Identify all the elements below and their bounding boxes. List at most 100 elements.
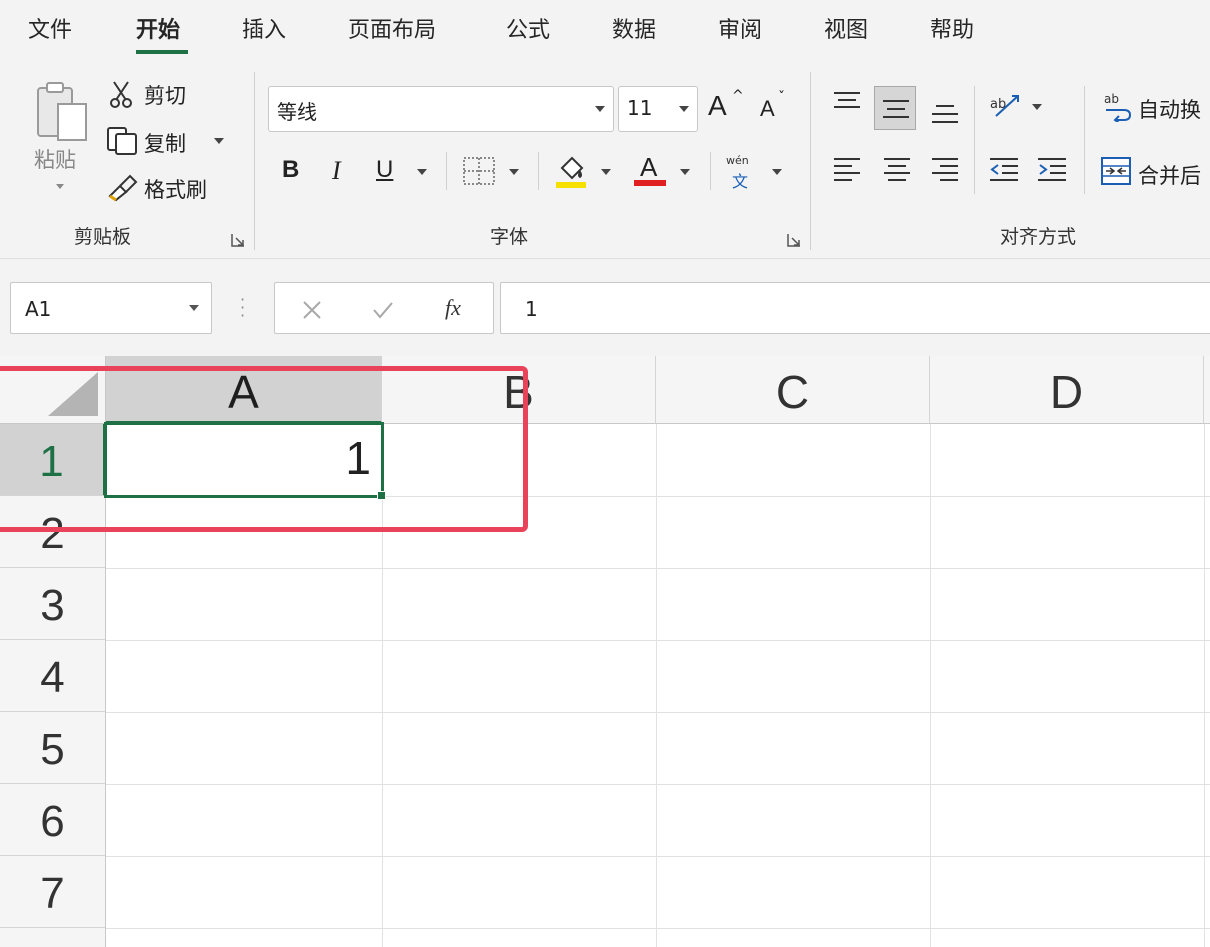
font-family-value: 等线 — [277, 100, 317, 124]
copy-icon — [107, 127, 137, 155]
shrink-font-button[interactable]: A ˇ — [760, 88, 800, 128]
font-size-select[interactable]: 11 — [618, 86, 698, 132]
copy-dropdown-icon[interactable] — [214, 138, 224, 144]
name-box-value: A1 — [25, 297, 52, 321]
merge-center-button[interactable]: 合并后 — [1100, 154, 1210, 194]
align-separator — [1084, 86, 1085, 194]
copy-button[interactable]: 复制 — [106, 124, 230, 158]
phonetic-dropdown-icon[interactable] — [772, 169, 782, 175]
tab-formulas[interactable]: 公式 — [506, 16, 550, 46]
font-separator — [446, 152, 447, 190]
align-bottom-icon[interactable] — [930, 100, 960, 126]
wrap-text-button[interactable]: ab 自动换 — [1100, 88, 1210, 128]
phonetic-top-label: wén — [726, 154, 749, 167]
underline-button[interactable]: U — [376, 156, 400, 184]
paintbrush-icon — [108, 174, 138, 202]
font-separator — [538, 152, 539, 190]
font-dialog-launcher-icon[interactable] — [786, 232, 802, 248]
tab-view[interactable]: 视图 — [824, 16, 868, 46]
copy-label: 复制 — [144, 132, 186, 156]
tab-file[interactable]: 文件 — [28, 16, 72, 46]
grow-arrow-icon: ^ — [732, 88, 744, 104]
chevron-down-icon — [595, 106, 605, 112]
row-header-8[interactable] — [0, 928, 106, 947]
formula-input-value: 1 — [525, 297, 538, 321]
chevron-down-icon — [679, 106, 689, 112]
ribbon-separator — [810, 72, 811, 250]
paste-dropdown-icon[interactable] — [56, 184, 64, 189]
column-header-e[interactable] — [1204, 356, 1210, 424]
align-top-icon[interactable] — [832, 90, 862, 114]
font-family-select[interactable]: 等线 — [268, 86, 614, 132]
tab-data[interactable]: 数据 — [612, 16, 656, 46]
grow-font-label: A — [708, 90, 727, 121]
gridline — [106, 640, 1210, 641]
increase-indent-icon[interactable] — [1036, 156, 1068, 184]
row-header-7[interactable]: 7 — [0, 856, 106, 928]
phonetic-bottom-label: 文 — [732, 172, 749, 191]
name-box[interactable]: A1 — [10, 282, 212, 334]
tab-insert[interactable]: 插入 — [242, 16, 286, 46]
fill-color-dropdown-icon[interactable] — [601, 169, 611, 175]
font-color-swatch — [634, 180, 666, 186]
active-tab-indicator — [136, 50, 188, 54]
cancel-icon[interactable] — [301, 299, 323, 321]
font-size-value: 11 — [627, 96, 653, 120]
gridline — [106, 568, 1210, 569]
tab-page-layout[interactable]: 页面布局 — [348, 16, 436, 46]
wrap-text-label: 自动换 — [1138, 98, 1201, 122]
gridline — [106, 856, 1210, 857]
tab-help[interactable]: 帮助 — [930, 16, 974, 46]
row-header-5[interactable]: 5 — [0, 712, 106, 784]
grow-font-button[interactable]: A ^ — [708, 88, 748, 128]
scissors-icon — [110, 81, 132, 108]
merge-center-label: 合并后 — [1138, 164, 1201, 188]
orientation-icon[interactable]: ab — [988, 90, 1022, 120]
underline-dropdown-icon[interactable] — [417, 169, 427, 175]
align-separator — [974, 86, 975, 194]
align-middle-icon — [883, 100, 909, 118]
paste-label: 粘贴 — [34, 148, 76, 172]
fill-color-icon[interactable] — [554, 152, 588, 192]
orientation-dropdown-icon[interactable] — [1032, 104, 1042, 110]
column-header-c[interactable]: C — [656, 356, 930, 424]
phonetic-button[interactable]: wén 文 — [726, 152, 760, 192]
align-right-icon[interactable] — [930, 156, 960, 184]
row-header-4[interactable]: 4 — [0, 640, 106, 712]
gridline — [106, 712, 1210, 713]
align-left-icon[interactable] — [832, 156, 862, 184]
formula-buttons: fx — [274, 282, 494, 334]
italic-button[interactable]: I — [332, 156, 356, 186]
column-header-d[interactable]: D — [930, 356, 1204, 424]
align-center-icon[interactable] — [882, 156, 912, 184]
cut-button[interactable]: 剪切 — [108, 78, 208, 110]
formula-input[interactable]: 1 — [500, 282, 1210, 334]
clipboard-dialog-launcher-icon[interactable] — [230, 232, 246, 248]
insert-function-icon[interactable]: fx — [445, 295, 461, 321]
font-color-dropdown-icon[interactable] — [680, 169, 690, 175]
row-header-6[interactable]: 6 — [0, 784, 106, 856]
bold-button[interactable]: B — [282, 156, 306, 184]
gridline — [656, 424, 657, 947]
clipboard-group-label: 剪贴板 — [74, 226, 132, 248]
font-color-label: A — [640, 152, 658, 182]
borders-icon[interactable] — [462, 156, 496, 186]
paste-icon — [37, 82, 87, 141]
font-color-button[interactable]: A — [634, 150, 668, 190]
gridline — [106, 784, 1210, 785]
merge-center-icon — [1101, 157, 1131, 185]
paste-button[interactable]: 粘贴 — [26, 76, 96, 196]
format-painter-button[interactable]: 格式刷 — [106, 170, 222, 204]
font-separator — [710, 152, 711, 190]
tab-review[interactable]: 审阅 — [718, 16, 762, 46]
borders-dropdown-icon[interactable] — [509, 169, 519, 175]
tab-home[interactable]: 开始 — [136, 16, 180, 46]
shrink-font-label: A — [760, 96, 775, 121]
enter-icon[interactable] — [371, 299, 395, 321]
alignment-group-label: 对齐方式 — [1000, 226, 1077, 248]
gridline — [930, 424, 931, 947]
decrease-indent-icon[interactable] — [988, 156, 1020, 184]
align-middle-button[interactable] — [874, 86, 916, 130]
formula-bar-grip-icon: · · · — [240, 290, 246, 325]
row-header-3[interactable]: 3 — [0, 568, 106, 640]
